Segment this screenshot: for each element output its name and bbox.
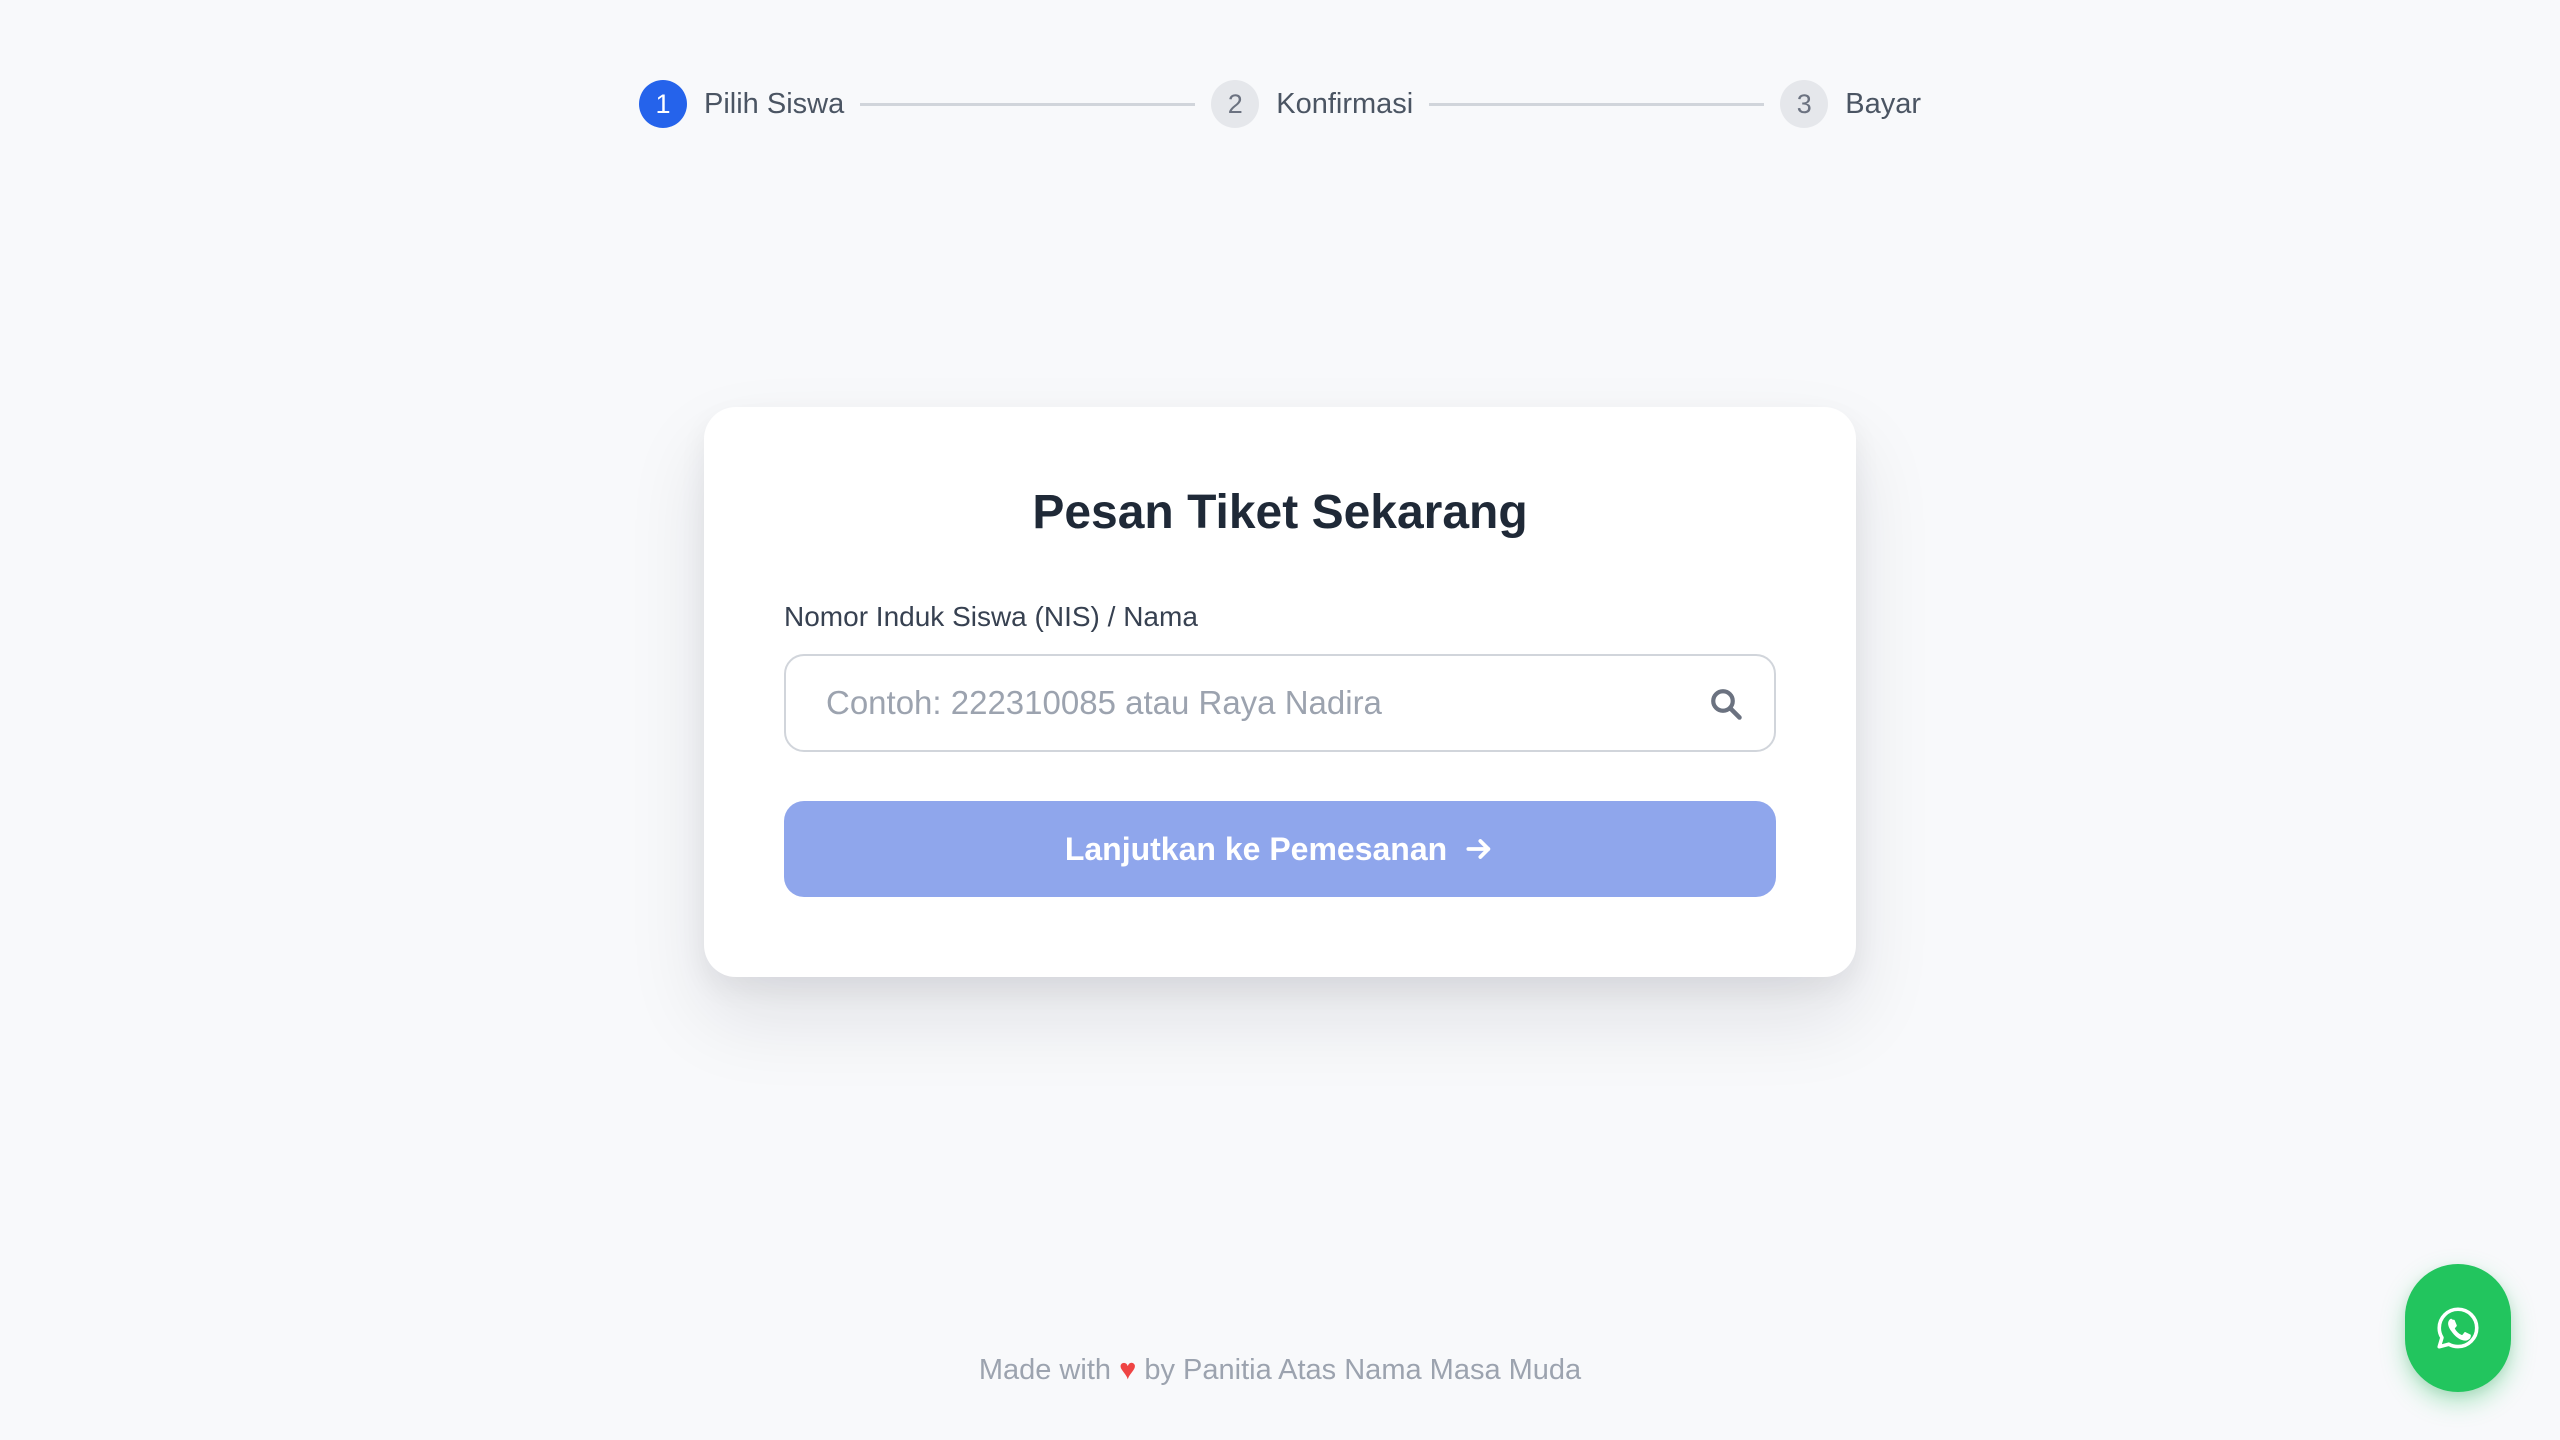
step-label-konfirmasi: Konfirmasi [1276, 87, 1414, 120]
whatsapp-chat-button[interactable] [2405, 1264, 2511, 1392]
search-field [784, 654, 1776, 752]
booking-card: Pesan Tiket Sekarang Nomor Induk Siswa (… [704, 407, 1856, 977]
step-bayar: 3 Bayar [1780, 80, 1921, 128]
search-field-label: Nomor Induk Siswa (NIS) / Nama [784, 601, 1198, 632]
step-connector-2 [1429, 102, 1765, 106]
footer-suffix: by Panitia Atas Nama Masa Muda [1144, 1354, 1582, 1386]
step-connector-1 [860, 102, 1196, 106]
footer-prefix: Made with [978, 1354, 1111, 1386]
page-title: Pesan Tiket Sekarang [1032, 486, 1528, 539]
step-label-pilih-siswa: Pilih Siswa [704, 87, 845, 120]
continue-booking-button[interactable]: Lanjutkan ke Pemesanan [784, 801, 1776, 897]
progress-stepper: 1 Pilih Siswa 2 Konfirmasi 3 Bayar [639, 80, 1921, 128]
whatsapp-icon [2437, 1307, 2479, 1349]
heart-icon: ♥ [1119, 1354, 1137, 1386]
footer-credit: Made with ♥ by Panitia Atas Nama Masa Mu… [0, 1354, 2560, 1387]
search-input[interactable] [786, 656, 1686, 750]
arrow-right-icon [1466, 839, 1491, 859]
step-number-3: 3 [1780, 80, 1829, 128]
step-label-bayar: Bayar [1845, 87, 1922, 120]
continue-booking-label: Lanjutkan ke Pemesanan [1064, 830, 1448, 867]
step-pilih-siswa: 1 Pilih Siswa [639, 80, 844, 128]
step-number-2: 2 [1211, 80, 1260, 128]
search-icon [1711, 689, 1742, 720]
step-number-1: 1 [639, 80, 687, 128]
step-konfirmasi: 2 Konfirmasi [1211, 80, 1413, 128]
